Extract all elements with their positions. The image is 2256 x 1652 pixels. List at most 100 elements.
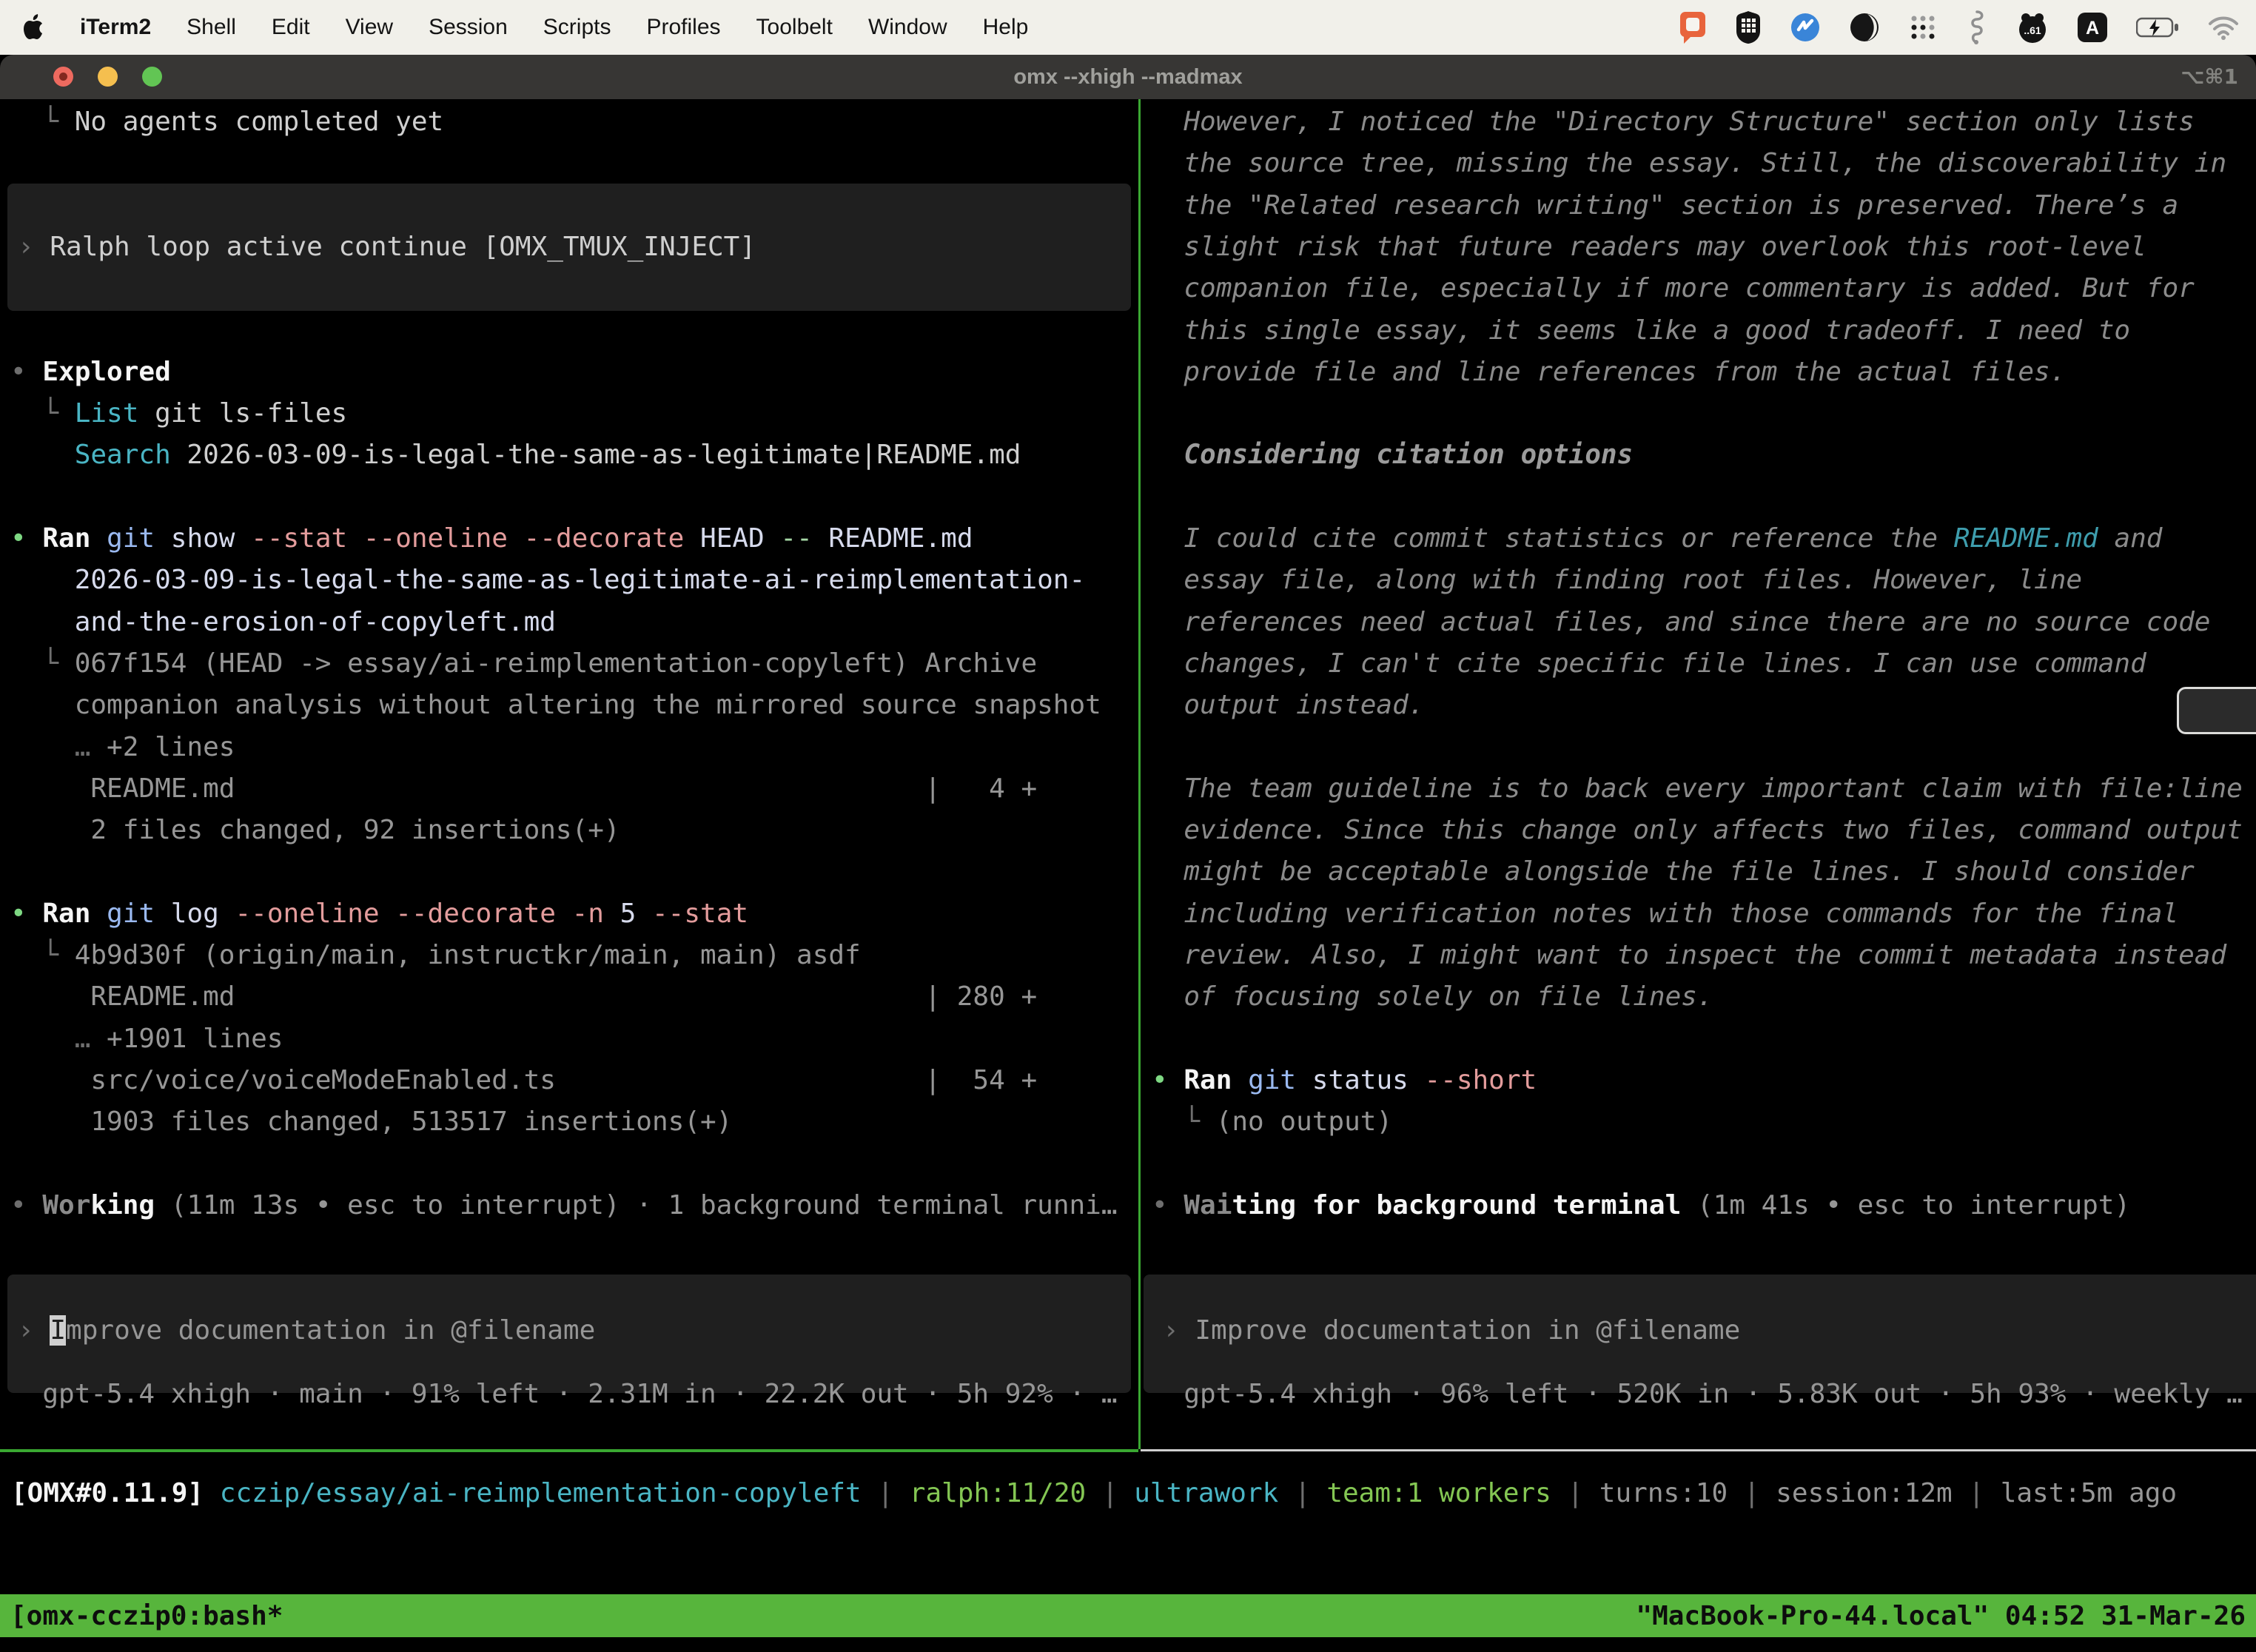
menu-item-profiles[interactable]: Profiles	[646, 15, 720, 40]
terminal-text-segment: --stat	[636, 899, 748, 929]
terminal-text-segment: ›	[18, 1315, 50, 1346]
terminal-text-segment: (no output)	[1216, 1107, 1392, 1137]
terminal-text-segment: 1903 files changed, 513517 insertions(+)	[10, 1107, 732, 1137]
terminal-text-segment: --stat --oneline --decorate	[235, 523, 684, 554]
terminal-line: 2 files changed, 92 insertions(+)	[0, 810, 1138, 851]
terminal-text-segment: However, I noticed the "Directory Struct…	[1152, 107, 2195, 137]
terminal-text-segment: README.md	[1954, 523, 2098, 554]
terminal-text-segment: src/voice/voiceModeEnabled.ts | 54 +	[10, 1065, 1037, 1095]
terminal-line: … +1901 lines	[0, 1018, 1138, 1060]
terminal-text-segment: README.md | 280 +	[10, 981, 1037, 1012]
terminal-text-segment: git ls-files	[138, 398, 347, 429]
terminal-text-segment: ultrawork	[1118, 1478, 1295, 1508]
terminal-text-segment: •	[10, 523, 42, 554]
terminal-text-segment: |	[1968, 1478, 1984, 1508]
terminal-line: and-the-erosion-of-copyleft.md	[0, 602, 1138, 643]
tmux-session-window-label[interactable]: [omx-cczip0:bash*	[10, 1601, 283, 1631]
right-model-status-line: gpt-5.4 xhigh · 96% left · 520K in · 5.8…	[1141, 1374, 2256, 1415]
terminal-text-segment: └	[10, 398, 75, 429]
terminal-line: changes, I can't cite specific file line…	[1141, 643, 2256, 685]
terminal-text-segment: session:12m	[1760, 1478, 1969, 1508]
terminal-line: README.md | 4 +	[0, 768, 1138, 810]
terminal-text-segment: └	[10, 940, 75, 970]
menu-item-app-name[interactable]: iTerm2	[80, 15, 151, 40]
terminal-line: I could cite commit statistics or refere…	[1141, 518, 2256, 560]
terminal-text-segment: |	[1744, 1478, 1760, 1508]
terminal-text-segment: Search	[10, 440, 171, 470]
menu-item-edit[interactable]: Edit	[272, 15, 310, 40]
hook-icon[interactable]	[1966, 10, 1988, 45]
terminal-text-segment: └	[1152, 1107, 1216, 1137]
terminal-line: Search 2026-03-09-is-legal-the-same-as-l…	[0, 434, 1138, 476]
timer-badge-icon[interactable]: ..61	[2016, 11, 2049, 44]
terminal-line: … +2 lines	[0, 727, 1138, 768]
blue-badge-icon[interactable]	[1790, 12, 1821, 43]
terminal-line: including verification notes with those …	[1141, 893, 2256, 935]
terminal-text-segment: the "Related research writing" section i…	[1152, 190, 2178, 221]
window-title-bar: omx --xhigh --madmax ⌥⌘1	[0, 55, 2256, 99]
terminal-text-segment: [OMX#0.11.9]	[11, 1478, 204, 1508]
terminal-text-segment: evidence. Since this change only affects…	[1152, 815, 2243, 845]
terminal-line: • Ran git show --stat --oneline --decora…	[0, 518, 1138, 560]
terminal-line: However, I noticed the "Directory Struct…	[1141, 101, 2256, 143]
terminal-text-segment: └	[10, 107, 75, 137]
terminal-text-segment: 2026-03-09-is-legal-the-same-as-legitima…	[10, 565, 1085, 595]
terminal-content: └ No agents completed yet› Ralph loop ac…	[0, 99, 2256, 1652]
terminal-text-segment: provide file and line references from th…	[1152, 357, 2066, 387]
terminal-line: evidence. Since this change only affects…	[1141, 810, 2256, 851]
terminal-text-segment: ting for background terminal	[1232, 1190, 1681, 1220]
terminal-text-segment: +2 lines	[90, 732, 235, 762]
terminal-pane-right[interactable]: However, I noticed the "Directory Struct…	[1141, 99, 2256, 1449]
terminal-text-segment: Ran	[42, 899, 90, 929]
terminal-line: companion file, especially if more comme…	[1141, 268, 2256, 309]
terminal-text-segment: turns:10	[1583, 1478, 1744, 1508]
terminal-text-segment: king	[90, 1190, 155, 1220]
menu-item-scripts[interactable]: Scripts	[543, 15, 611, 40]
terminal-text-segment: •	[10, 899, 42, 929]
terminal-line: • Working (11m 13s • esc to interrupt) ·…	[0, 1185, 1138, 1226]
terminal-text-segment: mprove documentation in @filename	[66, 1315, 595, 1346]
letter-a-icon[interactable]: A	[2077, 12, 2108, 43]
dots-grid-icon[interactable]	[1908, 13, 1938, 42]
terminal-line: src/voice/voiceModeEnabled.ts | 54 +	[0, 1060, 1138, 1101]
terminal-text-segment: Considering citation options	[1152, 440, 1633, 470]
terminal-text-segment: HEAD	[684, 523, 764, 554]
terminal-text-segment: of focusing solely on file lines.	[1152, 981, 1713, 1012]
menu-item-help[interactable]: Help	[983, 15, 1029, 40]
menu-item-window[interactable]: Window	[868, 15, 947, 40]
screenshot-app-icon[interactable]	[1679, 10, 1707, 44]
keypad-shield-icon[interactable]	[1735, 10, 1762, 44]
terminal-text-segment: Ran	[42, 523, 90, 554]
menu-item-session[interactable]: Session	[429, 15, 508, 40]
terminal-text-segment: cczip/essay/ai-reimplementation-copyleft	[204, 1478, 877, 1508]
terminal-text-segment: 2026-03-09-is-legal-the-same-as-legitima…	[171, 440, 1021, 470]
tmux-pane-divider[interactable]	[1138, 99, 1141, 1449]
terminal-text-segment: |	[877, 1478, 893, 1508]
terminal-text-segment: gpt-5.4 xhigh · main · 91% left · 2.31M …	[10, 1379, 1118, 1409]
terminal-text-segment: …	[10, 1024, 90, 1054]
tmux-status-bar: [omx-cczip0:bash* "MacBook-Pro-44.local"…	[0, 1594, 2256, 1637]
wifi-icon[interactable]	[2207, 14, 2240, 41]
terminal-text-segment: (11m 13s • esc to interrupt) · 1 backgro…	[155, 1190, 1117, 1220]
terminal-line: └ (no output)	[1141, 1101, 2256, 1143]
apple-icon[interactable]	[22, 14, 44, 41]
terminal-text-segment: and-the-erosion-of-copyleft.md	[10, 607, 556, 637]
terminal-text-segment: the source tree, missing the essay. Stil…	[1152, 148, 2226, 178]
terminal-text-segment: companion file, especially if more comme…	[1152, 273, 2195, 303]
terminal-text-segment: and	[2098, 523, 2163, 554]
moon-icon[interactable]	[1849, 12, 1880, 43]
terminal-text-segment: 2 files changed, 92 insertions(+)	[10, 815, 620, 845]
terminal-text-segment: •	[10, 357, 42, 387]
terminal-pane-left[interactable]: └ No agents completed yet› Ralph loop ac…	[0, 99, 1138, 1449]
terminal-line: the "Related research writing" section i…	[1141, 185, 2256, 226]
svg-text:A: A	[2086, 18, 2099, 38]
window-title: omx --xhigh --madmax	[0, 55, 2256, 99]
battery-icon[interactable]	[2136, 16, 2179, 38]
prompt-input-line: › Improve documentation in @filename	[1141, 1310, 2256, 1352]
menu-item-toolbelt[interactable]: Toolbelt	[756, 15, 833, 40]
terminal-text-segment: this single essay, it seems like a good …	[1152, 315, 2130, 346]
menu-item-shell[interactable]: Shell	[187, 15, 236, 40]
menu-item-view[interactable]: View	[346, 15, 393, 40]
terminal-text-segment: --short	[1409, 1065, 1537, 1095]
terminal-text-segment: README.md | 4 +	[10, 773, 1037, 804]
